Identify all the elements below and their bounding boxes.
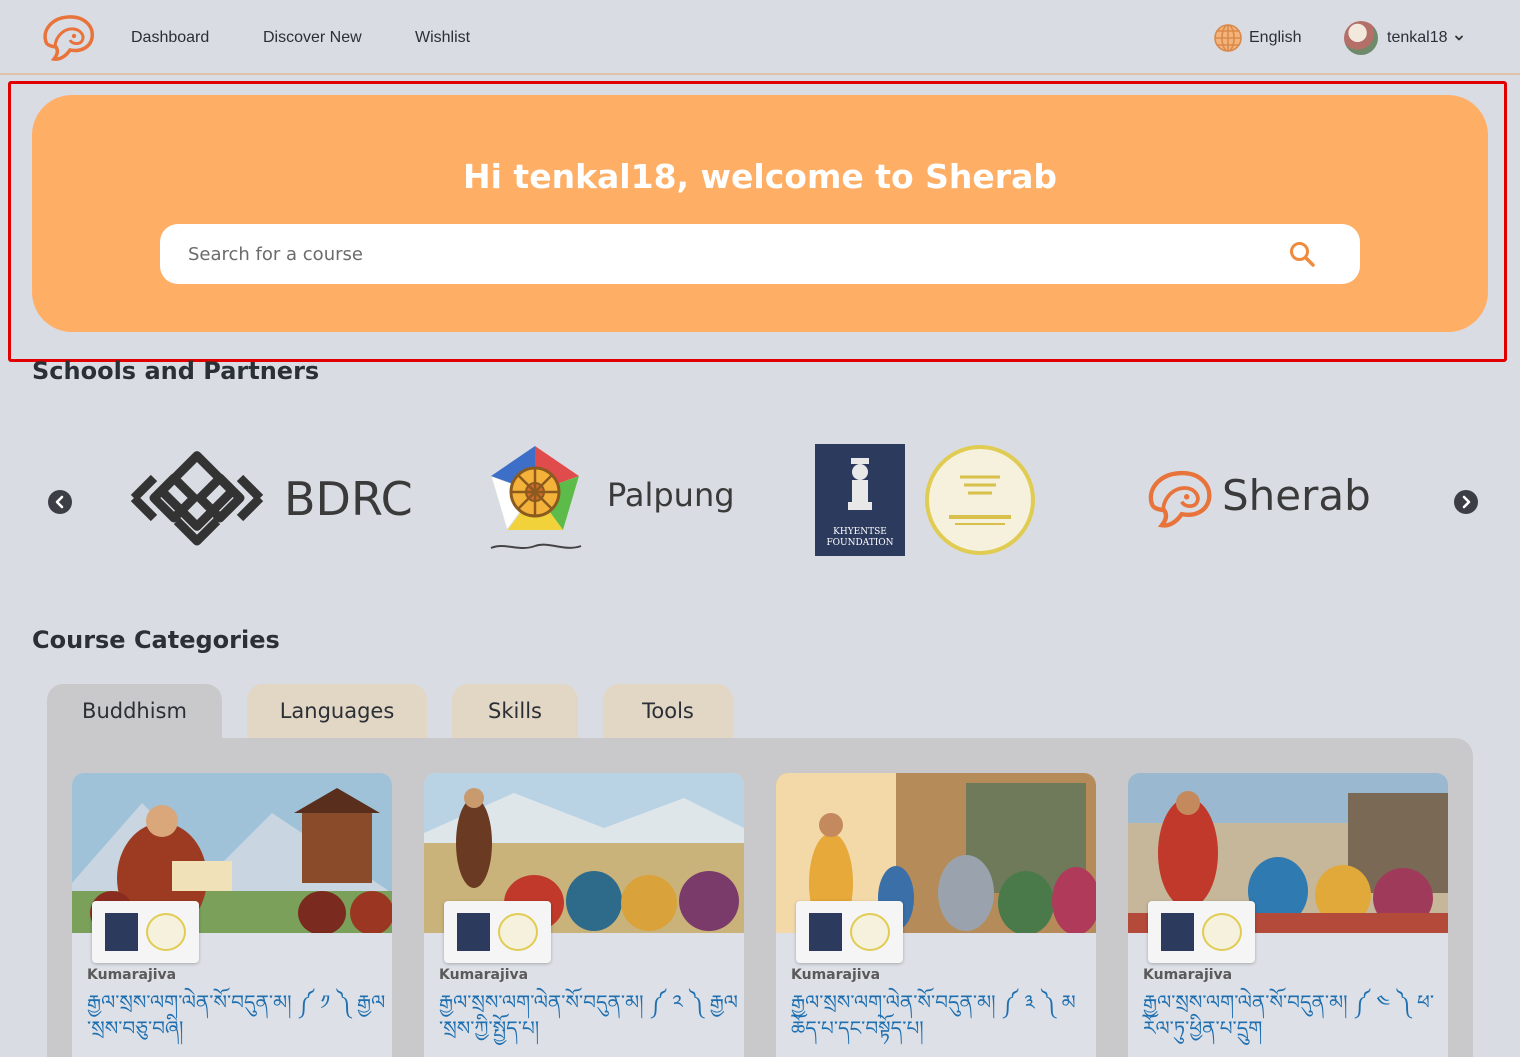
course-title[interactable]: རྒྱལ་སྲས་ལག་ལེན་སོ་བདུན་མ། ༼ ༡ ༽ རྒྱལ་སྲ…: [87, 989, 387, 1041]
course-partner-name: Kumarajiva: [1143, 967, 1233, 983]
chevron-down-icon: [1454, 35, 1463, 41]
tab-buddhism[interactable]: Buddhism: [47, 684, 222, 740]
partner-bdrc-label: BDRC: [284, 472, 413, 526]
chevron-right-icon: [1462, 495, 1471, 509]
guardian-lion-icon: [848, 458, 872, 510]
globe-icon: [1214, 24, 1242, 52]
course-partner-name: Kumarajiva: [791, 967, 881, 983]
partner-bdrc[interactable]: BDRC: [130, 450, 413, 550]
course-partner-name: Kumarajiva: [439, 967, 529, 983]
partner-badge-icon: [796, 901, 903, 963]
khyentse-line2: FOUNDATION: [826, 538, 894, 548]
partner-palpung[interactable]: Palpung: [485, 442, 735, 558]
language-selector[interactable]: English: [1213, 22, 1301, 54]
khyentse-foundation-badge: KHYENTSE FOUNDATION: [815, 444, 905, 556]
partner-sherab[interactable]: Sherab: [1142, 465, 1371, 535]
course-card[interactable]: Kumarajiva རྒྱལ་སྲས་ལག་ལེན་སོ་བདུན་མ། ༼ …: [424, 773, 744, 1057]
categories-section-title: Course Categories: [32, 626, 280, 654]
dharma-wheel-icon: [490, 446, 582, 549]
sherab-logo[interactable]: [38, 12, 96, 62]
kumarajiva-project-icon: [925, 445, 1035, 555]
endless-knot-icon: [130, 451, 264, 546]
partners-section-title: Schools and Partners: [32, 357, 320, 385]
nav-discover-link[interactable]: Discover New: [263, 29, 362, 47]
course-card[interactable]: Kumarajiva རྒྱལ་སྲས་ལག་ལེན་སོ་བདུན་མ། ༼ …: [776, 773, 1096, 1057]
course-card[interactable]: Kumarajiva རྒྱལ་སྲས་ལག་ལེན་སོ་བདུན་མ། ༼ …: [1128, 773, 1448, 1057]
partner-sherab-label: Sherab: [1222, 471, 1371, 520]
partner-palpung-label: Palpung: [607, 476, 735, 514]
sherab-logo-icon: [1148, 471, 1212, 528]
course-card[interactable]: Kumarajiva རྒྱལ་སྲས་ལག་ལེན་སོ་བདུན་མ། ༼ …: [72, 773, 392, 1057]
tab-languages[interactable]: Languages: [247, 684, 427, 740]
partner-badge-icon: [1148, 901, 1255, 963]
tab-skills[interactable]: Skills: [452, 684, 578, 740]
tab-tools[interactable]: Tools: [603, 684, 733, 740]
course-title[interactable]: རྒྱལ་སྲས་ལག་ལེན་སོ་བདུན་མ། ༼ ༤ ༽ ཕ་རོལ་ཏ…: [1143, 989, 1443, 1041]
nav-dashboard-link[interactable]: Dashboard: [131, 29, 209, 47]
course-title[interactable]: རྒྱལ་སྲས་ལག་ལེན་སོ་བདུན་མ། ༼ ༢ ༽ རྒྱལ་སྲ…: [439, 989, 739, 1041]
carousel-prev-button[interactable]: [48, 490, 72, 514]
partner-khyentse-foundation[interactable]: KHYENTSE FOUNDATION: [815, 443, 1040, 557]
carousel-next-button[interactable]: [1454, 490, 1478, 514]
partner-badge-icon: [444, 901, 551, 963]
chevron-left-icon: [55, 495, 64, 509]
top-navbar: Dashboard Discover New Wishlist English …: [0, 0, 1520, 75]
user-menu[interactable]: tenkal18: [1344, 21, 1464, 55]
course-title[interactable]: རྒྱལ་སྲས་ལག་ལེན་སོ་བདུན་མ། ༼ ༣ ༽ མཆོད་པ་…: [791, 989, 1091, 1041]
language-label: English: [1249, 29, 1302, 46]
hero-highlight-frame: [8, 81, 1507, 362]
avatar: [1344, 21, 1378, 55]
course-partner-name: Kumarajiva: [87, 967, 177, 983]
partner-badge-icon: [92, 901, 199, 963]
username-label: tenkal18: [1387, 29, 1448, 46]
khyentse-line1: KHYENTSE: [833, 527, 887, 537]
nav-wishlist-link[interactable]: Wishlist: [415, 29, 470, 47]
